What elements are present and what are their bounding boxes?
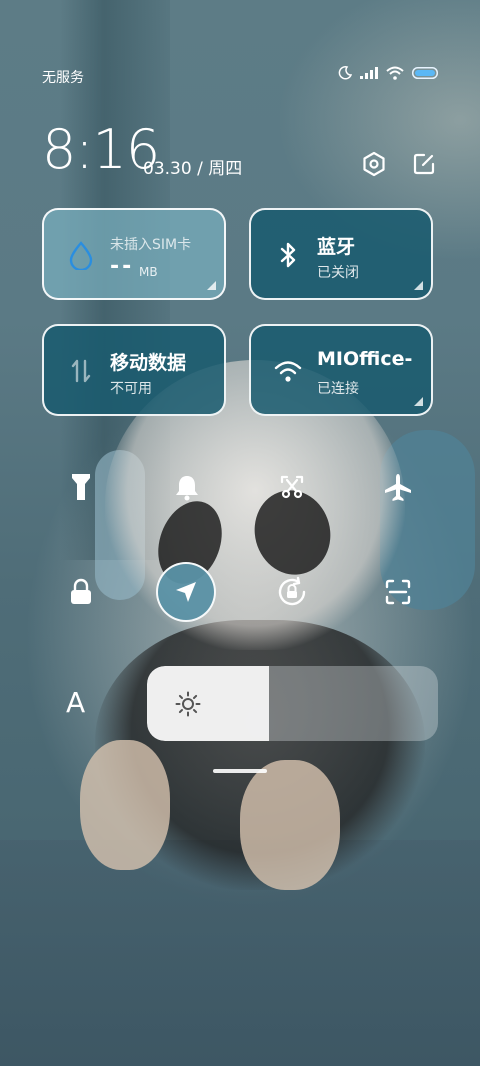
data-usage-unit: MB — [139, 265, 158, 279]
screenshot-icon — [280, 475, 304, 499]
wallpaper-panda-foot — [240, 760, 340, 890]
edit-icon — [413, 153, 435, 175]
font-size-button[interactable]: A — [66, 686, 85, 719]
wifi-network-name: MIOffice- — [317, 348, 413, 370]
screenshot-toggle[interactable] — [270, 465, 314, 509]
scan-icon — [385, 579, 411, 605]
mobile-data-title: 移动数据 — [110, 352, 187, 374]
date-label: 03.30 / 周四 — [143, 159, 243, 179]
sim-data-tile[interactable]: 未插入SIM卡 -- MB — [42, 208, 226, 300]
water-drop-icon — [69, 241, 93, 270]
wifi-icon — [386, 66, 404, 80]
wallpaper-panda-foot — [80, 740, 170, 870]
status-icons — [338, 66, 438, 80]
mobile-data-status: 不可用 — [110, 381, 152, 397]
rotation-lock-icon — [278, 576, 306, 606]
sim-title: 未插入SIM卡 — [110, 237, 192, 253]
signal-icon — [360, 67, 378, 79]
header-actions — [360, 150, 438, 178]
data-arrows-icon — [71, 359, 91, 383]
tile-expand-corner — [207, 281, 216, 290]
bluetooth-title: 蓝牙 — [317, 236, 356, 258]
clock: 8:16 — [42, 118, 160, 181]
mobile-data-tile[interactable]: 移动数据 不可用 — [42, 324, 226, 416]
data-usage-value: -- — [110, 254, 135, 279]
moon-icon — [338, 66, 352, 80]
bell-icon — [176, 476, 198, 501]
edit-button[interactable] — [410, 150, 438, 178]
location-icon — [176, 582, 196, 602]
carrier-label: 无服务 — [42, 70, 84, 86]
scan-toggle[interactable] — [376, 570, 420, 614]
airplane-toggle[interactable] — [376, 465, 420, 509]
flashlight-icon — [72, 474, 90, 500]
wallpaper-floor — [0, 840, 480, 1066]
rotation-lock-toggle[interactable] — [270, 570, 314, 614]
tile-expand-corner — [414, 281, 423, 290]
bluetooth-tile[interactable]: 蓝牙 已关闭 — [249, 208, 433, 300]
brightness-slider[interactable] — [147, 666, 438, 741]
sun-icon — [175, 691, 201, 717]
settings-icon — [363, 151, 385, 177]
brightness-fill — [147, 666, 270, 741]
battery-icon — [412, 67, 438, 79]
airplane-icon — [385, 474, 411, 501]
lock-icon — [71, 578, 91, 604]
settings-button[interactable] — [360, 150, 388, 178]
flashlight-toggle[interactable] — [59, 465, 103, 509]
ringer-toggle[interactable] — [165, 465, 209, 509]
wifi-icon — [274, 361, 302, 382]
drag-handle[interactable] — [213, 769, 267, 773]
location-toggle[interactable] — [156, 562, 216, 622]
lock-toggle[interactable] — [59, 570, 103, 614]
tile-expand-corner — [414, 397, 423, 406]
wifi-tile[interactable]: MIOffice- 已连接 — [249, 324, 433, 416]
wifi-status: 已连接 — [317, 381, 359, 397]
wallpaper-panda-body — [95, 620, 425, 890]
bluetooth-icon — [280, 242, 296, 268]
bluetooth-status: 已关闭 — [317, 265, 359, 281]
status-bar: 无服务 — [0, 62, 480, 90]
